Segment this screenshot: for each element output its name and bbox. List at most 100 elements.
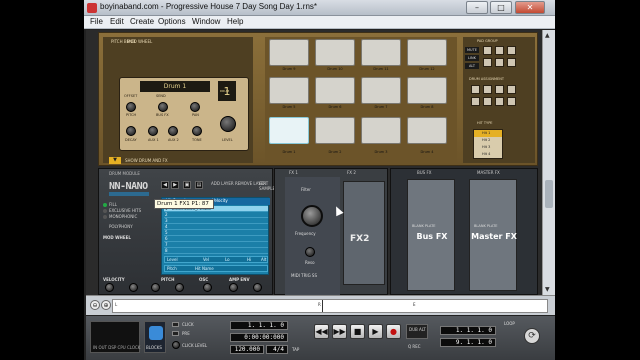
menu-options[interactable]: Options <box>158 17 186 26</box>
zoom-out-icon[interactable]: ⊖ <box>90 300 100 310</box>
tap-label[interactable]: TAP <box>292 347 299 352</box>
position-display[interactable]: 1. 1. 1. 0 <box>230 321 288 330</box>
menu-file[interactable]: File <box>90 17 103 26</box>
menu-window[interactable]: Window <box>192 17 220 26</box>
assign-pad[interactable] <box>507 97 516 106</box>
minimize-button[interactable]: – <box>466 1 488 14</box>
time-display[interactable]: 0:00:00:000 <box>230 333 288 342</box>
drum-pad-9[interactable] <box>269 39 309 66</box>
sample-row[interactable]: 8 <box>164 248 268 254</box>
browse-sample-button[interactable]: ▣ <box>183 181 191 189</box>
assign-pad[interactable] <box>483 97 492 106</box>
assign-pad[interactable] <box>471 97 480 106</box>
navigator-track[interactable]: L R E <box>112 299 548 313</box>
add-layer-label[interactable]: ADD LAYER <box>211 181 234 186</box>
loop-button[interactable]: LOOP <box>504 321 515 326</box>
hit-type-item[interactable]: Hit 2 <box>474 137 502 144</box>
loop-on-icon[interactable]: ⟳ <box>524 328 540 344</box>
dub-alt-box[interactable]: DUB ALT <box>406 324 428 339</box>
group-pad[interactable] <box>495 46 504 55</box>
drum-pad-7[interactable] <box>361 77 401 104</box>
fx2-slot[interactable]: FX2 <box>343 181 385 285</box>
mute-button[interactable]: MUTE <box>465 47 479 53</box>
tone-knob[interactable] <box>192 126 202 136</box>
group-pad[interactable] <box>507 46 516 55</box>
drum-pad-10[interactable] <box>315 39 355 66</box>
attack-knob[interactable] <box>229 283 238 292</box>
navigator-selection[interactable] <box>113 300 323 312</box>
drum-pad-6[interactable] <box>315 77 355 104</box>
right-marker[interactable]: R <box>318 302 321 307</box>
group-pad[interactable] <box>483 58 492 67</box>
show-drum-fx-button[interactable]: ▼ <box>109 157 121 164</box>
drum-name-display[interactable]: Drum 1 <box>140 81 210 92</box>
group-pad[interactable] <box>483 46 492 55</box>
velocity-level-knob[interactable] <box>151 283 160 292</box>
rack-scrollbar[interactable]: ▲ ▼ <box>542 30 555 295</box>
drum-pad-11[interactable] <box>361 39 401 66</box>
amp-level-knob[interactable] <box>253 283 262 292</box>
sample-start-knob[interactable] <box>203 283 212 292</box>
menu-edit[interactable]: Edit <box>110 17 124 26</box>
close-button[interactable]: ✕ <box>515 1 545 14</box>
edit-sample-label[interactable]: EDIT SAMPLE <box>259 181 275 191</box>
pan-knob[interactable] <box>190 102 200 112</box>
assign-pad[interactable] <box>495 97 504 106</box>
assign-pad[interactable] <box>495 85 504 94</box>
bus-fx-slot[interactable]: BLANK PLATE Bus FX <box>407 179 455 291</box>
assign-pad[interactable] <box>507 85 516 94</box>
bus-fx-knob[interactable] <box>158 102 168 112</box>
group-pad[interactable] <box>495 58 504 67</box>
tempo-display[interactable]: 120.000 <box>230 345 264 354</box>
maximize-button[interactable]: □ <box>490 1 512 14</box>
alt-button[interactable]: ALT <box>465 63 479 69</box>
blocks-button[interactable]: BLOCKS <box>144 321 166 353</box>
level-row[interactable]: Level Vel Lo Hi Alt <box>164 256 268 263</box>
drum-pad-12[interactable] <box>407 39 447 66</box>
drum-pad-4[interactable] <box>407 117 447 144</box>
fast-forward-button[interactable]: ▶▶ <box>332 324 347 339</box>
velocity-decay-knob[interactable] <box>129 283 138 292</box>
menu-help[interactable]: Help <box>227 17 243 26</box>
record-button[interactable]: ● <box>386 324 401 339</box>
drum-pad-1[interactable] <box>269 117 309 144</box>
drum-pad-8[interactable] <box>407 77 447 104</box>
aux2-knob[interactable] <box>168 126 178 136</box>
master-fx-slot[interactable]: BLANK PLATE Master FX <box>469 179 517 291</box>
right-locator-display[interactable]: 9. 1. 1. 0 <box>440 338 496 347</box>
browse-next-button[interactable]: ▶ <box>171 181 179 189</box>
rewind-button[interactable]: ◀◀ <box>314 324 329 339</box>
assign-pad[interactable] <box>471 85 480 94</box>
pitch-knob[interactable] <box>126 102 136 112</box>
zoom-in-icon[interactable]: ⊕ <box>101 300 111 310</box>
pitch-bend-knob[interactable] <box>175 283 184 292</box>
play-button[interactable]: ▶ <box>368 324 383 339</box>
frequency-knob[interactable] <box>301 205 323 227</box>
reso-knob[interactable] <box>305 247 315 257</box>
click-level-knob[interactable] <box>172 341 180 349</box>
level-knob[interactable] <box>220 116 236 132</box>
drum-pad-3[interactable] <box>361 117 401 144</box>
pitch-row[interactable]: Pitch Hit Name <box>164 265 268 272</box>
hit-type-item[interactable]: Hit 1 <box>474 130 502 137</box>
assign-pad[interactable] <box>483 85 492 94</box>
exclusive-led[interactable] <box>103 209 107 213</box>
mono-led[interactable] <box>103 215 107 219</box>
drum-pad-5[interactable] <box>269 77 309 104</box>
fill-led[interactable] <box>103 203 107 207</box>
left-locator-display[interactable]: 1. 1. 1. 0 <box>440 326 496 335</box>
link-button[interactable]: LINK <box>465 55 479 61</box>
aux1-knob[interactable] <box>148 126 158 136</box>
click-checkbox[interactable] <box>172 322 179 327</box>
save-button[interactable]: ▤ <box>195 181 203 189</box>
decay-knob[interactable] <box>126 126 136 136</box>
hit-type-item[interactable]: Hit 4 <box>474 151 502 158</box>
end-marker[interactable]: E <box>413 302 416 307</box>
velocity-pitch-knob[interactable] <box>105 283 114 292</box>
q-rec-label[interactable]: Q REC <box>408 344 421 349</box>
drum-pad-2[interactable] <box>315 117 355 144</box>
stop-button[interactable]: ■ <box>350 324 365 339</box>
browse-prev-button[interactable]: ◀ <box>161 181 169 189</box>
scrollbar-thumb[interactable] <box>545 180 553 208</box>
group-pad[interactable] <box>507 58 516 67</box>
